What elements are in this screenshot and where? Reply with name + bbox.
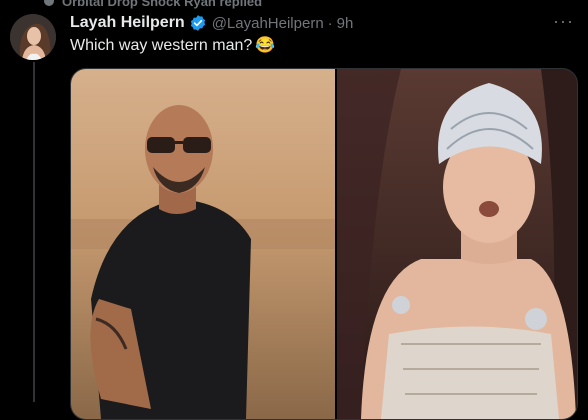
- header-separator: ·: [327, 14, 333, 32]
- tweet-header: Layah Heilpern @LayahHeilpern · 9h: [70, 12, 578, 34]
- left-photo: [71, 69, 335, 419]
- tweet-timestamp[interactable]: 9h: [337, 15, 354, 32]
- tweet-media[interactable]: [70, 68, 578, 420]
- more-options-icon[interactable]: ···: [553, 12, 574, 30]
- author-handle[interactable]: @LayahHeilpern: [212, 15, 324, 32]
- thread-connector-line: [33, 62, 35, 402]
- media-image-collage: [71, 69, 577, 419]
- avatar[interactable]: [10, 14, 56, 60]
- avatar-image: [10, 14, 56, 60]
- laughing-emoji-icon: 😂: [255, 37, 276, 54]
- right-photo: [337, 69, 577, 419]
- verified-badge-icon[interactable]: [189, 14, 207, 32]
- author-name[interactable]: Layah Heilpern: [70, 14, 185, 32]
- tweet-body: Which way western man?: [70, 37, 253, 54]
- reply-context-text: Orbital Drop Shock Ryan replied: [62, 0, 263, 9]
- reply-icon: [44, 0, 54, 6]
- reply-context[interactable]: Orbital Drop Shock Ryan replied: [44, 0, 263, 9]
- tweet-text: Which way western man? 😂: [70, 35, 275, 55]
